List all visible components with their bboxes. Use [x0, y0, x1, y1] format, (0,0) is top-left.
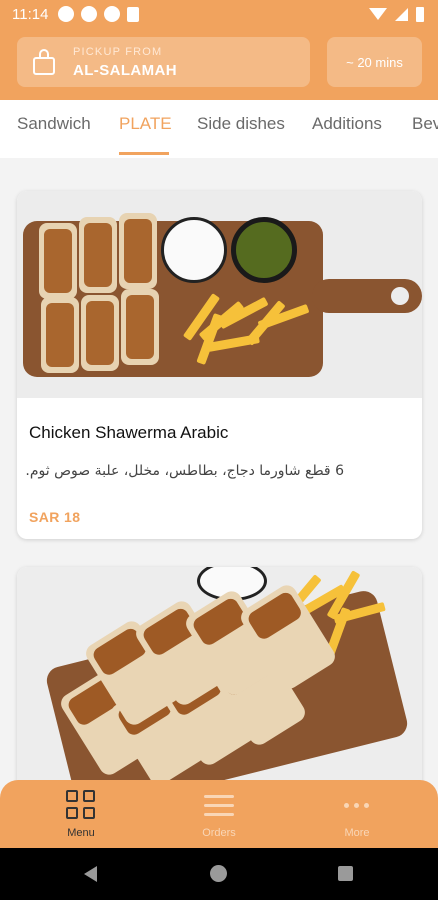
pickup-location-selector[interactable]: PICKUP FROM AL-SALAMAH — [17, 37, 310, 87]
pickup-branch: AL-SALAMAH — [73, 61, 177, 79]
tab-sandwich[interactable]: Sandwich — [17, 114, 91, 134]
sim-icon — [127, 6, 140, 22]
notification-icon — [81, 6, 98, 22]
active-tab-indicator — [119, 152, 169, 155]
category-tabs: Sandwich PLATE Side dishes Additions Bev — [0, 100, 438, 158]
nav-more[interactable]: More — [312, 790, 402, 839]
notification-icon — [58, 6, 75, 22]
app-header: 11:14 PICKUP FROM AL-SALAMAH ~ 20 mins — [0, 0, 438, 100]
nav-menu-label: Menu — [67, 827, 95, 839]
wifi-icon — [369, 8, 387, 20]
product-image — [17, 191, 422, 398]
tab-beverages[interactable]: Bev — [412, 114, 438, 134]
notification-icon — [104, 6, 121, 22]
recent-apps-icon[interactable] — [338, 866, 353, 881]
nav-orders-label: Orders — [202, 827, 236, 839]
nav-orders[interactable]: Orders — [174, 790, 264, 839]
grid-icon — [66, 790, 96, 820]
product-price: SAR 18 — [29, 509, 81, 525]
back-icon[interactable] — [84, 866, 97, 882]
nav-menu[interactable]: Menu — [36, 790, 126, 839]
tab-side-dishes[interactable]: Side dishes — [197, 114, 285, 134]
product-card[interactable] — [17, 567, 422, 807]
home-icon[interactable] — [210, 865, 227, 882]
shopping-bag-icon — [33, 49, 55, 75]
list-icon — [204, 790, 234, 820]
more-dots-icon — [342, 790, 372, 820]
nav-more-label: More — [344, 827, 370, 839]
pickup-label: PICKUP FROM — [73, 45, 163, 58]
tab-plate[interactable]: PLATE — [119, 114, 172, 134]
product-description: 6 قطع شاورما دجاج، بطاطس، مخلل، علبة صوص… — [25, 463, 344, 479]
bottom-navigation: Menu Orders More — [0, 780, 438, 848]
status-bar: 11:14 — [0, 0, 438, 28]
product-name: Chicken Shawerma Arabic — [29, 423, 229, 442]
tab-additions[interactable]: Additions — [312, 114, 382, 134]
status-time: 11:14 — [12, 5, 49, 23]
signal-icon — [395, 7, 408, 21]
product-image — [17, 567, 422, 807]
eta-badge[interactable]: ~ 20 mins — [327, 37, 422, 87]
battery-icon — [416, 6, 424, 22]
product-card[interactable]: Chicken Shawerma Arabic 6 قطع شاورما دجا… — [17, 191, 422, 539]
system-navigation-bar — [0, 848, 438, 900]
